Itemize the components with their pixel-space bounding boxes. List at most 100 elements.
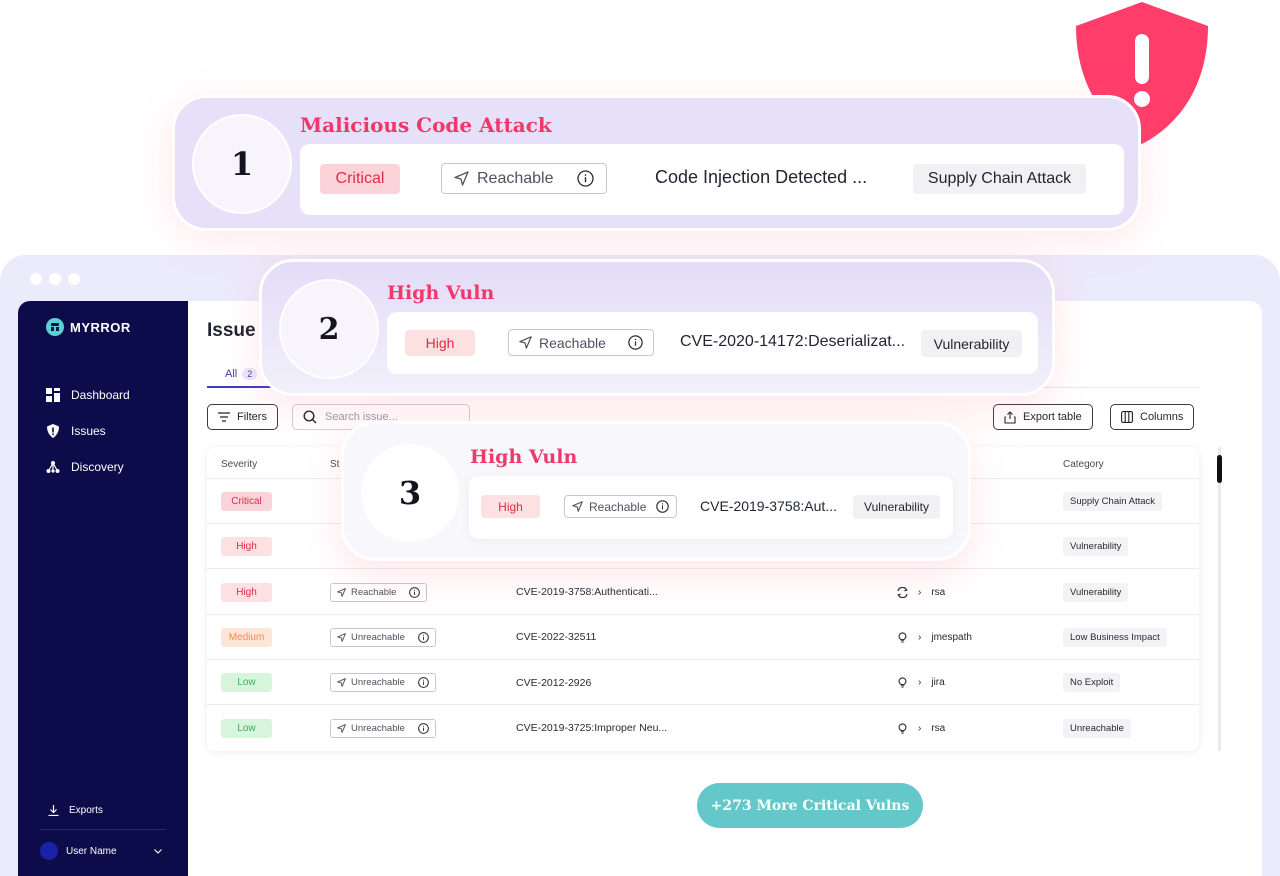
status-cell: Unreachable: [330, 615, 436, 660]
severity-badge: Critical: [320, 164, 400, 194]
reachability-badge[interactable]: Unreachable: [330, 718, 436, 738]
logo-icon: [46, 318, 64, 336]
status-cell: Unreachable: [330, 706, 436, 751]
brand-logo[interactable]: MYRROR: [46, 318, 131, 336]
scrollbar-thumb[interactable]: [1217, 455, 1222, 483]
category-badge: Supply Chain Attack: [1063, 492, 1163, 511]
window-dots: [30, 273, 80, 285]
issue-cell[interactable]: CVE-2022-32511: [516, 615, 596, 660]
dashboard-icon: [46, 388, 60, 402]
card-title: Malicious Code Attack: [300, 113, 552, 137]
info-icon: [418, 632, 429, 643]
exports-label: Exports: [69, 804, 103, 816]
card-number: 3: [363, 446, 457, 540]
severity-badge: Low: [221, 718, 272, 738]
alert-card-3[interactable]: 3 High Vuln High Reachable CVE-2019-3758…: [341, 421, 971, 561]
exports-link[interactable]: Exports: [40, 799, 166, 821]
page-title: Issue: [207, 320, 256, 341]
filter-icon: [218, 412, 230, 422]
export-table-button[interactable]: Export table: [993, 404, 1093, 430]
category-cell: No Exploit: [1063, 660, 1121, 705]
reachable-badge: Reachable: [564, 495, 677, 518]
scrollbar-track[interactable]: [1218, 447, 1221, 751]
category-cell: Vulnerability: [1063, 570, 1129, 615]
reach-label: Reachable: [589, 499, 647, 514]
reachability-badge[interactable]: Reachable: [330, 582, 428, 602]
dependency-name: jira: [931, 677, 945, 689]
category-badge: Supply Chain Attack: [913, 164, 1086, 194]
search-icon: [303, 410, 317, 424]
dependency-name: rsa: [931, 722, 946, 734]
reach-label: Unreachable: [351, 631, 405, 643]
status-cell: Reachable: [330, 570, 428, 615]
filters-button[interactable]: Filters: [207, 404, 278, 430]
category-cell: Low Business Impact: [1063, 615, 1167, 660]
issue-cell[interactable]: CVE-2019-3725:Improper Neu...: [516, 706, 667, 751]
chevron-down-icon: [154, 848, 162, 854]
columns-icon: [1121, 411, 1133, 423]
issue-text: Code Injection Detected ...: [655, 167, 868, 187]
severity-badge: Medium: [221, 627, 272, 647]
category-badge: Vulnerability: [921, 330, 1022, 357]
more-vulns-button[interactable]: +273 More Critical Vulns: [697, 783, 923, 828]
table-row[interactable]: Low Unreachable CVE-2012-2926 › jira No Explo…: [207, 660, 1199, 706]
user-menu[interactable]: User Name: [40, 840, 166, 862]
severity-badge: Low: [221, 673, 272, 693]
sidebar-item-dashboard[interactable]: Dashboard: [46, 377, 130, 413]
reach-label: Reachable: [477, 169, 554, 187]
reach-label: Unreachable: [351, 722, 405, 734]
info-icon: [418, 677, 429, 689]
sync-icon: [897, 586, 908, 598]
table-row[interactable]: High Reachable CVE-2019-3758:Authenticati.…: [207, 570, 1199, 615]
dependency-name: jmespath: [931, 631, 972, 643]
severity-cell: Medium: [221, 615, 272, 660]
sidebar-item-label: Issues: [71, 424, 106, 438]
reachability-badge[interactable]: Unreachable: [330, 673, 436, 693]
tab-label: All: [225, 367, 238, 380]
info-icon: [418, 722, 429, 734]
alert-card-1[interactable]: 1 Malicious Code Attack Critical Reachab…: [172, 95, 1141, 231]
severity-cell: High: [221, 524, 272, 569]
sidebar-item-discovery[interactable]: Discovery: [46, 449, 130, 485]
info-icon: [409, 586, 421, 598]
dependency-cell[interactable]: › jmespath: [897, 615, 972, 660]
issue-name: CVE-2012-2926: [516, 676, 592, 689]
severity-badge: High: [221, 537, 272, 557]
navigation-arrow-icon: [337, 587, 346, 597]
sidebar-footer: Exports User Name: [40, 799, 166, 876]
brand-name: MYRROR: [70, 319, 131, 335]
card-content: High Reachable CVE-2020-14172:Deserializ…: [387, 312, 1038, 374]
issue-cell[interactable]: CVE-2019-3758:Authenticati...: [516, 570, 658, 615]
severity-badge: High: [481, 495, 540, 518]
issue-cell[interactable]: CVE-2012-2926: [516, 660, 591, 705]
table-row[interactable]: Medium Unreachable CVE-2022-32511 › jmespath…: [207, 615, 1199, 660]
category-badge: No Exploit: [1063, 673, 1121, 693]
chevron-right-icon: ›: [918, 631, 922, 643]
severity-cell: Low: [221, 660, 272, 705]
dependency-cell[interactable]: › rsa: [897, 706, 945, 751]
category-cell: Vulnerability: [1063, 524, 1129, 569]
card-number: 1: [194, 116, 290, 212]
navigation-arrow-icon: [337, 678, 346, 688]
alert-card-2[interactable]: 2 High Vuln High Reachable CVE-2020-1417…: [259, 259, 1055, 396]
navigation-arrow-icon: [337, 723, 346, 733]
issue-text: CVE-2020-14172:Deserializat...: [680, 333, 906, 350]
reach-label: Unreachable: [351, 677, 405, 689]
dependency-cell[interactable]: › jira: [897, 660, 945, 705]
issue-name: CVE-2019-3725:Improper Neu...: [516, 722, 668, 734]
header-category: Category: [1063, 459, 1104, 470]
dependency-cell[interactable]: › rsa: [897, 570, 945, 615]
severity-cell: Low: [221, 706, 272, 751]
sidebar-item-issues[interactable]: Issues: [46, 413, 130, 449]
table-row[interactable]: Low Unreachable CVE-2019-3725:Improper Neu…: [207, 706, 1199, 751]
category-cell: Supply Chain Attack: [1063, 479, 1163, 524]
download-icon: [48, 804, 59, 816]
tab-count-badge: 2: [242, 367, 258, 380]
severity-cell: Critical: [221, 479, 272, 524]
chevron-right-icon: ›: [918, 677, 922, 689]
category-badge: Unreachable: [1063, 718, 1131, 738]
columns-button[interactable]: Columns: [1110, 404, 1195, 430]
card-title: High Vuln: [387, 282, 495, 304]
navigation-arrow-icon: [337, 633, 346, 642]
reachability-badge[interactable]: Unreachable: [330, 627, 436, 647]
